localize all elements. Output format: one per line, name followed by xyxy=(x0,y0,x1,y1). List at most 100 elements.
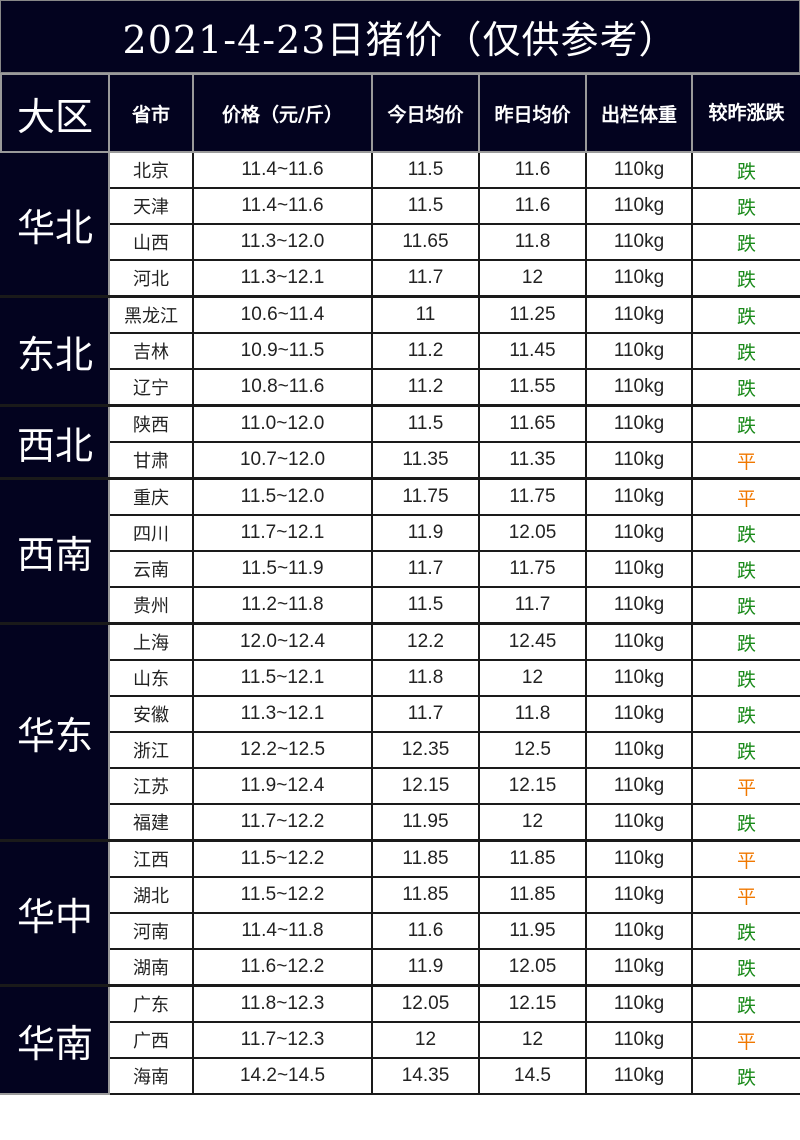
province-cell: 山西 xyxy=(108,223,194,261)
today-avg-cell: 11.85 xyxy=(371,839,480,878)
table-row: 天津 11.4~11.6 11.5 11.6 110kg 跌 xyxy=(1,187,800,225)
weight-cell: 110kg xyxy=(585,1021,693,1059)
today-avg-cell: 11.5 xyxy=(371,187,480,225)
table-row: 安徽 11.3~12.1 11.7 11.8 110kg 跌 xyxy=(1,695,800,733)
table-row: 湖北 11.5~12.2 11.85 11.85 110kg 平 xyxy=(1,876,800,914)
price-range-cell: 11.7~12.3 xyxy=(192,1021,373,1059)
weight-cell: 110kg xyxy=(585,767,693,805)
price-range-cell: 11.4~11.6 xyxy=(192,151,373,189)
province-cell: 陕西 xyxy=(108,404,194,443)
province-cell: 江西 xyxy=(108,839,194,878)
weight-cell: 110kg xyxy=(585,1057,693,1095)
table-row: 东北 黑龙江 10.6~11.4 11 11.25 110kg 跌 xyxy=(0,295,800,407)
province-cell: 安徽 xyxy=(108,695,194,733)
today-avg-cell: 11.65 xyxy=(371,223,480,261)
today-avg-cell: 11.7 xyxy=(371,259,480,298)
yesterday-avg-cell: 11.25 xyxy=(478,295,587,334)
today-avg-cell: 11.5 xyxy=(371,404,480,443)
table-row: 浙江 12.2~12.5 12.35 12.5 110kg 跌 xyxy=(1,731,800,769)
price-range-cell: 11.9~12.4 xyxy=(192,767,373,805)
today-avg-cell: 11.35 xyxy=(371,441,480,480)
weight-cell: 110kg xyxy=(585,803,693,842)
province-cell: 甘肃 xyxy=(108,441,194,480)
table-body: 华北 北京 11.4~11.6 11.5 11.6 110kg 跌天津 11.4~11.6 11… xyxy=(0,151,800,1095)
price-range-cell: 14.2~14.5 xyxy=(192,1057,373,1095)
region-cell: 西南 xyxy=(0,477,110,625)
table-row: 河北 11.3~12.1 11.7 12 110kg 跌 xyxy=(1,259,800,298)
price-range-cell: 11.3~12.1 xyxy=(192,259,373,298)
trend-cell: 平 xyxy=(691,1021,800,1059)
today-avg-cell: 11.6 xyxy=(371,912,480,950)
yesterday-avg-cell: 11.45 xyxy=(478,332,587,370)
yesterday-avg-cell: 11.85 xyxy=(478,839,587,878)
province-cell: 吉林 xyxy=(108,332,194,370)
trend-cell: 平 xyxy=(691,477,800,516)
yesterday-avg-cell: 14.5 xyxy=(478,1057,587,1095)
weight-cell: 110kg xyxy=(585,731,693,769)
yesterday-avg-cell: 12 xyxy=(478,1021,587,1059)
today-avg-cell: 11 xyxy=(371,295,480,334)
province-cell: 黑龙江 xyxy=(108,295,194,334)
price-sheet: 2021-4-23日猪价（仅供参考） 大区 省市 价格（元/斤） 今日均价 昨日… xyxy=(0,0,800,1140)
table-row: 辽宁 10.8~11.6 11.2 11.55 110kg 跌 xyxy=(1,368,800,407)
price-range-cell: 11.7~12.1 xyxy=(192,514,373,552)
trend-cell: 平 xyxy=(691,441,800,480)
weight-cell: 110kg xyxy=(585,404,693,443)
region-cell: 华北 xyxy=(0,151,110,298)
yesterday-avg-cell: 11.85 xyxy=(478,876,587,914)
today-avg-cell: 11.8 xyxy=(371,659,480,697)
table-row: 华南 广东 11.8~12.3 12.05 12.15 110kg 跌 xyxy=(0,984,800,1095)
trend-cell: 跌 xyxy=(691,151,800,189)
weight-cell: 110kg xyxy=(585,550,693,588)
trend-cell: 跌 xyxy=(691,1057,800,1095)
weight-cell: 110kg xyxy=(585,151,693,189)
table-row: 甘肃 10.7~12.0 11.35 11.35 110kg 平 xyxy=(1,441,800,480)
yesterday-avg-cell: 11.75 xyxy=(478,477,587,516)
province-cell: 云南 xyxy=(108,550,194,588)
trend-cell: 跌 xyxy=(691,659,800,697)
weight-cell: 110kg xyxy=(585,259,693,298)
weight-cell: 110kg xyxy=(585,368,693,407)
today-avg-cell: 11.2 xyxy=(371,368,480,407)
table-row: 四川 11.7~12.1 11.9 12.05 110kg 跌 xyxy=(1,514,800,552)
province-cell: 广西 xyxy=(108,1021,194,1059)
table-row: 海南 14.2~14.5 14.35 14.5 110kg 跌 xyxy=(1,1057,800,1095)
yesterday-avg-cell: 12.45 xyxy=(478,622,587,661)
today-avg-cell: 12 xyxy=(371,1021,480,1059)
province-cell: 河北 xyxy=(108,259,194,298)
province-cell: 北京 xyxy=(108,151,194,189)
price-range-cell: 10.9~11.5 xyxy=(192,332,373,370)
price-range-cell: 11.3~12.1 xyxy=(192,695,373,733)
province-cell: 福建 xyxy=(108,803,194,842)
price-range-cell: 10.8~11.6 xyxy=(192,368,373,407)
table-row: 江苏 11.9~12.4 12.15 12.15 110kg 平 xyxy=(1,767,800,805)
price-range-cell: 11.4~11.6 xyxy=(192,187,373,225)
table-row: 吉林 10.9~11.5 11.2 11.45 110kg 跌 xyxy=(1,332,800,370)
weight-cell: 110kg xyxy=(585,984,693,1023)
yesterday-avg-cell: 11.35 xyxy=(478,441,587,480)
price-range-cell: 12.0~12.4 xyxy=(192,622,373,661)
province-cell: 上海 xyxy=(108,622,194,661)
header-province: 省市 xyxy=(108,73,194,153)
yesterday-avg-cell: 12.15 xyxy=(478,767,587,805)
table-row: 西南 重庆 11.5~12.0 11.75 11.75 110kg 平 xyxy=(0,477,800,625)
province-cell: 浙江 xyxy=(108,731,194,769)
price-range-cell: 11.5~11.9 xyxy=(192,550,373,588)
table-row: 华北 北京 11.4~11.6 11.5 11.6 110kg 跌 xyxy=(0,151,800,298)
weight-cell: 110kg xyxy=(585,912,693,950)
region-cell: 华中 xyxy=(0,839,110,987)
price-range-cell: 11.6~12.2 xyxy=(192,948,373,987)
region-cell: 华南 xyxy=(0,984,110,1095)
header-trend: 较昨涨跌 xyxy=(691,73,800,153)
region-cell: 华东 xyxy=(0,622,110,842)
province-cell: 江苏 xyxy=(108,767,194,805)
weight-cell: 110kg xyxy=(585,441,693,480)
province-cell: 湖南 xyxy=(108,948,194,987)
price-range-cell: 11.4~11.8 xyxy=(192,912,373,950)
price-table: 大区 省市 价格（元/斤） 今日均价 昨日均价 出栏体重 较昨涨跌 华北 北京 11… xyxy=(0,73,800,1095)
today-avg-cell: 11.85 xyxy=(371,876,480,914)
price-range-cell: 12.2~12.5 xyxy=(192,731,373,769)
yesterday-avg-cell: 11.65 xyxy=(478,404,587,443)
province-cell: 重庆 xyxy=(108,477,194,516)
table-row: 湖南 11.6~12.2 11.9 12.05 110kg 跌 xyxy=(1,948,800,987)
